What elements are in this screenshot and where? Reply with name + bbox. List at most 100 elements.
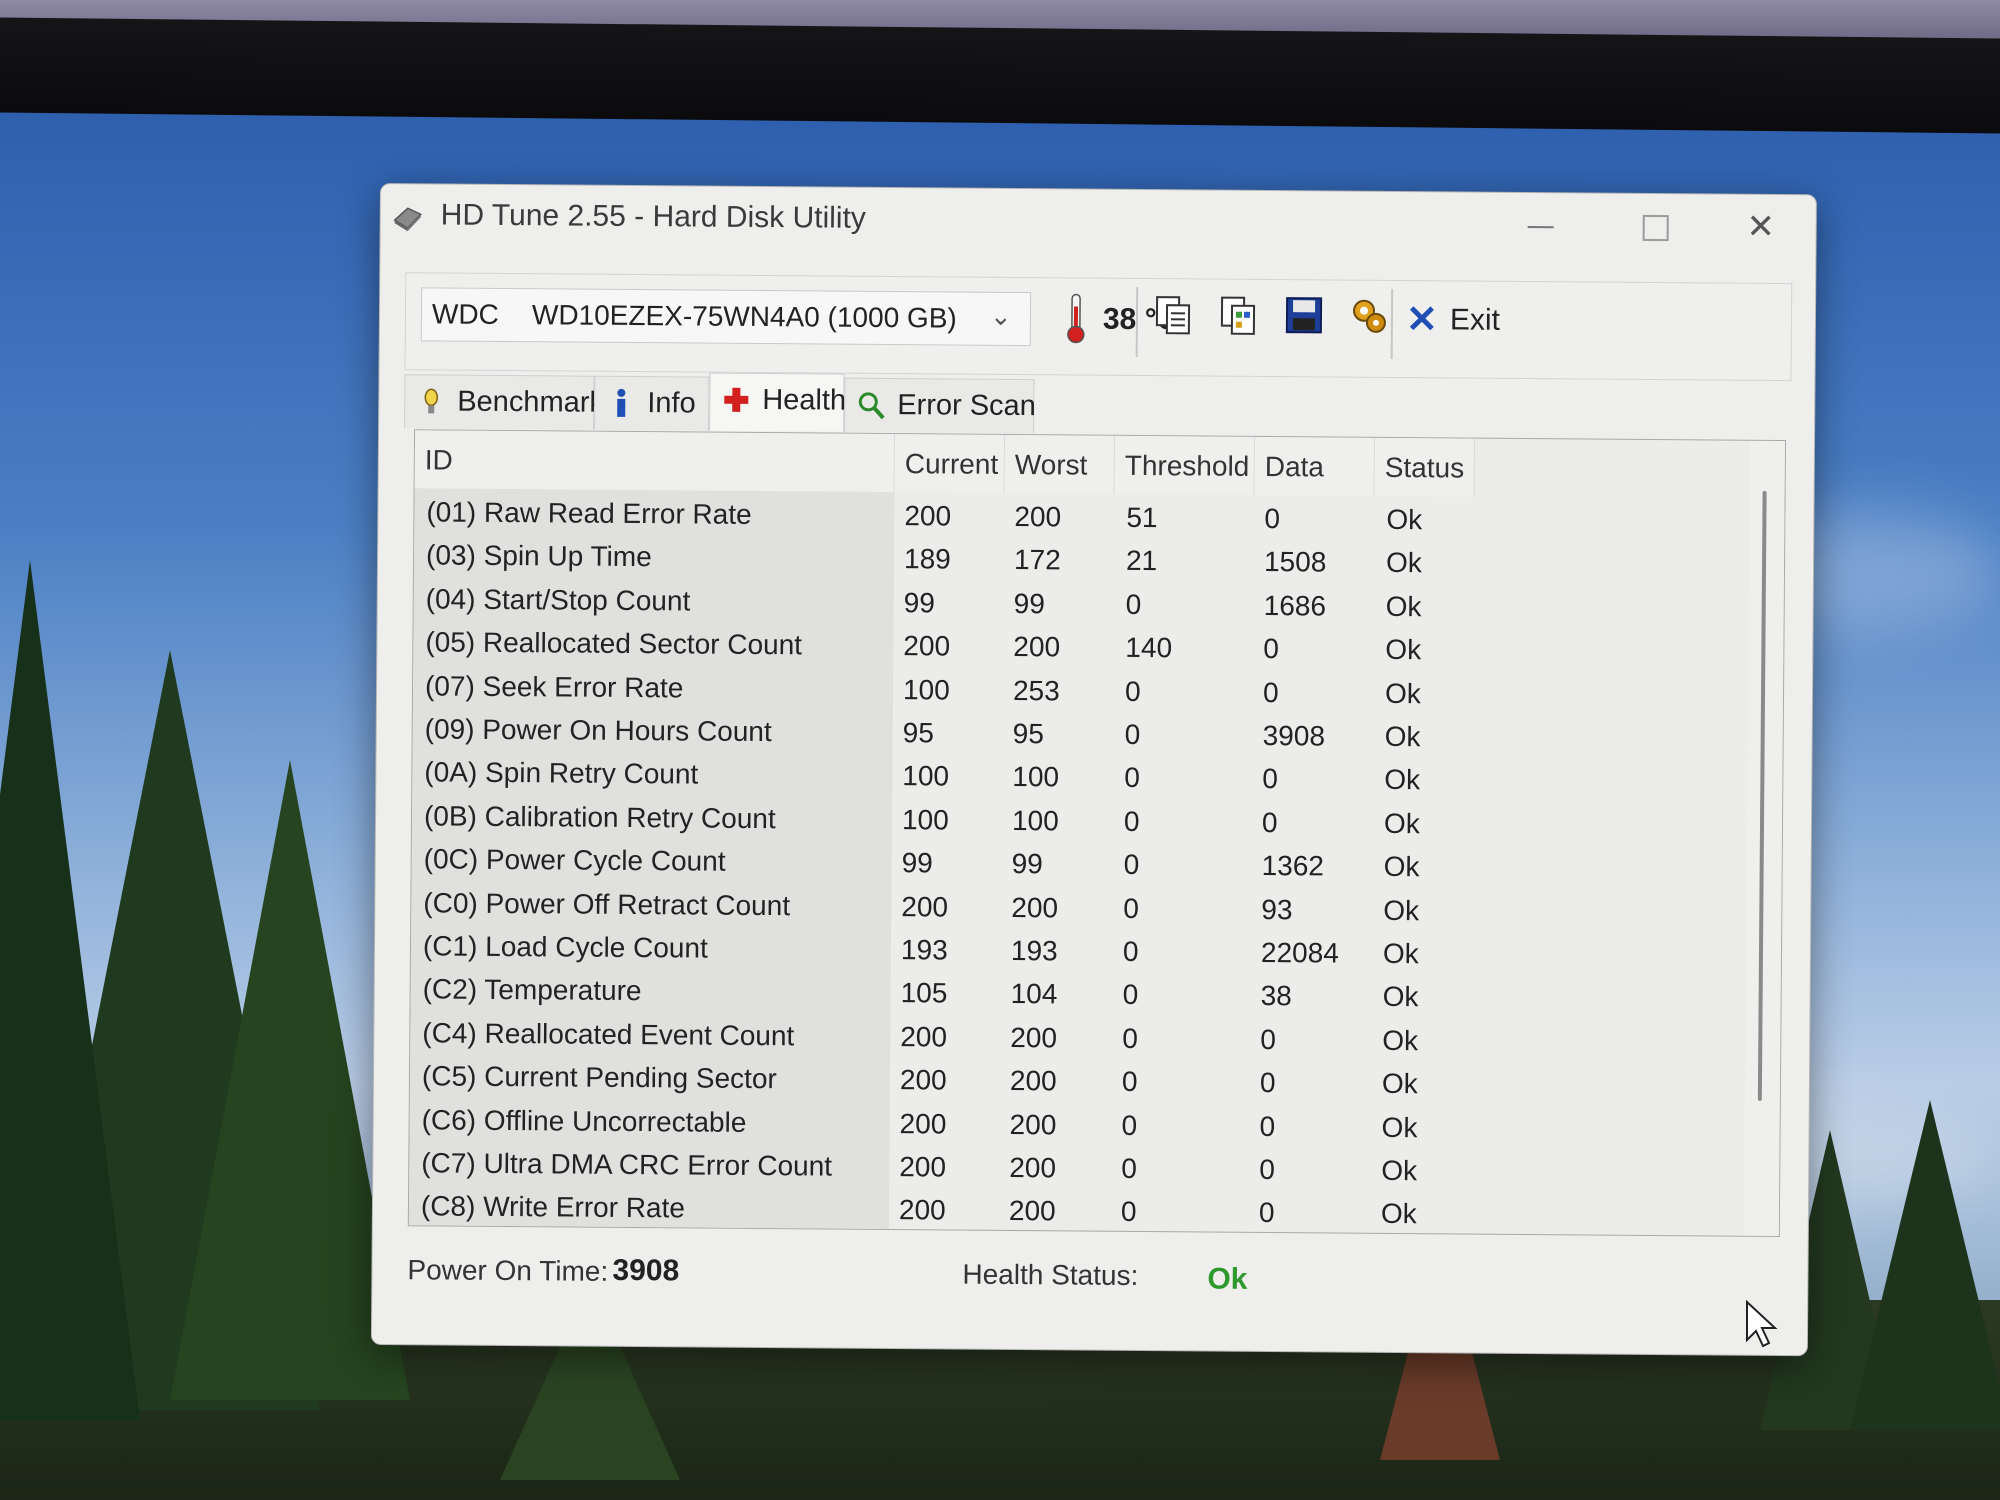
column-header-current[interactable]: Current	[894, 434, 1006, 493]
cell-data: 0	[1262, 676, 1279, 708]
cell-status: Ok	[1383, 807, 1420, 839]
minimize-button[interactable]	[1490, 197, 1590, 254]
cell-current: 200	[899, 1151, 947, 1183]
cell-threshold: 0	[1121, 1152, 1137, 1184]
cell-id: (0C) Power Cycle Count	[423, 843, 726, 877]
cell-data: 0	[1262, 763, 1279, 795]
cell-data: 0	[1261, 806, 1278, 838]
cell-status: Ok	[1384, 764, 1421, 796]
column-header-threshold[interactable]: Threshold	[1114, 435, 1256, 495]
cell-threshold: 0	[1121, 1066, 1138, 1098]
cell-current: 200	[899, 1107, 947, 1140]
thermometer-icon	[1067, 293, 1085, 344]
table-row[interactable]: (C8) Write Error Rate 200 200 0 0 Ok	[409, 1185, 1689, 1237]
cell-worst: 172	[1013, 544, 1061, 576]
tab-health[interactable]: Health	[709, 372, 847, 432]
cell-status: Ok	[1381, 1154, 1418, 1187]
cell-threshold: 0	[1122, 1022, 1139, 1054]
column-header-id[interactable]: ID	[414, 430, 896, 493]
cell-current: 193	[900, 934, 948, 966]
cell-data: 0	[1259, 1067, 1276, 1099]
cell-id: (01) Raw Read Error Rate	[426, 496, 752, 530]
benchmark-icon	[424, 388, 439, 414]
cell-status: Ok	[1384, 677, 1421, 709]
cell-id: (03) Spin Up Time	[425, 539, 652, 573]
info-icon	[617, 388, 626, 417]
column-header-status[interactable]: Status	[1374, 437, 1476, 497]
drive-model: WD10EZEX-75WN4A0 (1000 GB)	[531, 299, 957, 334]
maximize-icon	[1642, 214, 1669, 242]
cell-worst: 253	[1012, 674, 1060, 706]
maximize-button[interactable]	[1605, 198, 1705, 255]
cell-data: 1362	[1261, 850, 1325, 882]
tab-error-scan[interactable]: Error Scan	[844, 377, 1037, 434]
options-icon[interactable]	[1346, 293, 1392, 339]
drive-brand: WDC	[431, 298, 499, 330]
cell-threshold: 0	[1123, 805, 1140, 837]
copy-all-icon[interactable]	[1216, 292, 1262, 338]
cell-status: Ok	[1383, 851, 1420, 883]
cell-current: 200	[903, 630, 951, 662]
column-header-data[interactable]: Data	[1254, 436, 1376, 496]
cell-id: (C6) Offline Uncorrectable	[421, 1103, 747, 1138]
power-on-time-value: 3908	[612, 1253, 680, 1288]
cell-data: 38	[1260, 980, 1292, 1012]
cell-data: 1508	[1263, 546, 1327, 578]
cell-worst: 104	[1010, 978, 1058, 1010]
cell-current: 200	[901, 890, 949, 923]
cell-threshold: 0	[1122, 935, 1139, 967]
cell-worst: 200	[1009, 1151, 1057, 1184]
cell-worst: 200	[1009, 1108, 1057, 1140]
cell-worst: 100	[1011, 804, 1059, 837]
cell-current: 105	[900, 977, 948, 1009]
cell-id: (C2) Temperature	[422, 973, 642, 1007]
tab-label: Error Scan	[897, 389, 1037, 423]
cell-current: 100	[902, 673, 950, 706]
chevron-down-icon: ⌄	[989, 300, 1012, 331]
cell-status: Ok	[1386, 503, 1423, 536]
cell-worst: 100	[1012, 761, 1060, 793]
title-bar[interactable]: HD Tune 2.55 - Hard Disk Utility ✕	[380, 184, 1815, 261]
toolbar: WDC WD10EZEX-75WN4A0 (1000 GB) ⌄ 38 °C ✕…	[404, 272, 1793, 382]
cell-data: 0	[1259, 1110, 1276, 1142]
cell-current: 99	[901, 847, 933, 879]
cell-data: 93	[1261, 893, 1293, 925]
cell-threshold: 21	[1125, 545, 1158, 577]
exit-label: Exit	[1449, 303, 1501, 337]
cell-data: 0	[1264, 502, 1281, 535]
tab-label: Health	[762, 384, 847, 417]
column-header-worst[interactable]: Worst	[1004, 434, 1116, 494]
tab-benchmark[interactable]: Benchmark	[404, 374, 604, 430]
tab-info[interactable]: Info	[594, 375, 710, 431]
health-icon	[724, 387, 749, 412]
hdtune-window: HD Tune 2.55 - Hard Disk Utility ✕ WDC W…	[370, 183, 1817, 1357]
cell-worst: 200	[1013, 631, 1061, 663]
cell-id: (04) Start/Stop Count	[425, 583, 691, 617]
cell-status: Ok	[1382, 1024, 1419, 1056]
exit-icon: ✕	[1405, 299, 1438, 342]
health-status-value: Ok	[1207, 1262, 1248, 1296]
close-icon: ✕	[1746, 207, 1776, 246]
cell-worst: 99	[1011, 848, 1043, 880]
cell-data: 0	[1258, 1197, 1275, 1229]
copy-icon[interactable]	[1151, 291, 1197, 337]
close-button[interactable]: ✕	[1710, 198, 1810, 255]
cell-data: 1686	[1263, 589, 1327, 622]
error-scan-icon	[858, 392, 885, 420]
cell-threshold: 140	[1125, 632, 1173, 664]
cell-id: (C4) Reallocated Event Count	[422, 1017, 795, 1052]
tab-label: Benchmark	[457, 385, 605, 419]
tab-strip: Benchmark Info Health Error Scan	[404, 372, 1204, 436]
cell-data: 22084	[1260, 936, 1339, 969]
cell-threshold: 51	[1126, 501, 1158, 534]
cell-status: Ok	[1385, 547, 1422, 579]
save-icon[interactable]	[1281, 292, 1327, 338]
cell-worst: 200	[1014, 500, 1062, 533]
cell-worst: 193	[1010, 934, 1058, 967]
cell-id: (07) Seek Error Rate	[424, 669, 684, 703]
cell-current: 200	[904, 500, 952, 532]
cell-current: 99	[903, 586, 935, 619]
wallpaper-tree	[1850, 1100, 2000, 1430]
drive-select[interactable]: WDC WD10EZEX-75WN4A0 (1000 GB) ⌄	[420, 287, 1032, 347]
cell-status: Ok	[1380, 1198, 1417, 1230]
